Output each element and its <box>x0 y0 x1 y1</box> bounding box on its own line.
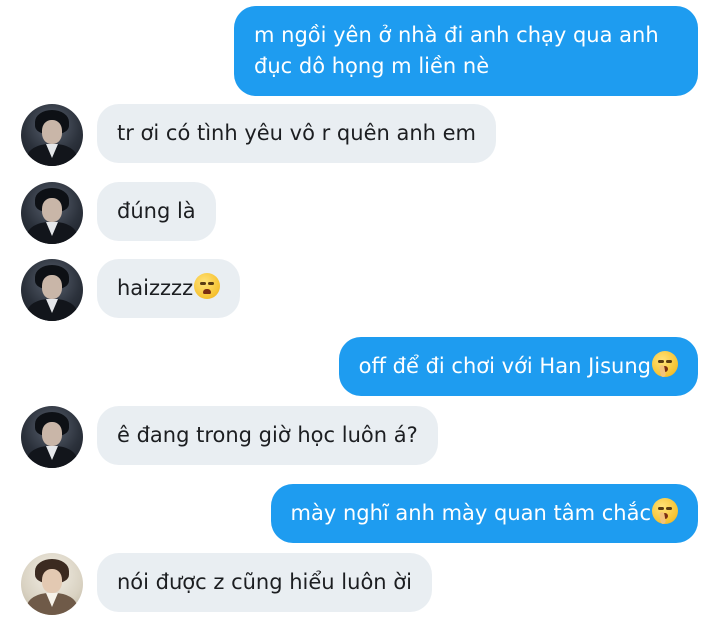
message-bubble-incoming[interactable]: tr ơi có tình yêu vô r quên anh em <box>97 104 497 163</box>
message-text: haizzzz <box>117 276 194 300</box>
message-bubble-incoming[interactable]: haizzzz <box>97 259 241 318</box>
shushing-face-icon <box>652 498 678 525</box>
message-text-line-2: đục dô họng m liền nè <box>254 54 490 78</box>
message-bubble-outgoing[interactable]: off để đi chơi với Han Jisung <box>338 337 698 396</box>
message-bubble-outgoing[interactable]: m ngồi yên ở nhà đi anh chạy qua anh đục… <box>234 6 698 96</box>
message-bubble-incoming[interactable]: ê đang trong giờ học luôn á? <box>97 406 438 465</box>
message-bubble-incoming[interactable]: đúng là <box>97 182 216 241</box>
avatar[interactable] <box>21 406 83 468</box>
message-text: đúng là <box>117 199 196 223</box>
message-text: tr ơi có tình yêu vô r quên anh em <box>117 121 477 145</box>
message-thread: m ngồi yên ở nhà đi anh chạy qua anh đục… <box>0 0 720 619</box>
avatar[interactable] <box>21 182 83 244</box>
message-text: off để đi chơi với Han Jisung <box>358 354 651 378</box>
message-text: ê đang trong giờ học luôn á? <box>117 423 418 447</box>
message-text: nói được z cũng hiểu luôn ời <box>117 570 412 594</box>
message-text: mày nghĩ anh mày quan tâm chắc <box>290 501 651 525</box>
avatar[interactable] <box>21 553 83 615</box>
message-bubble-incoming[interactable]: nói được z cũng hiểu luôn ời <box>97 553 432 612</box>
avatar[interactable] <box>21 104 83 166</box>
avatar[interactable] <box>21 259 83 321</box>
weary-face-icon <box>194 273 221 299</box>
message-text-line-1: m ngồi yên ở nhà đi anh chạy qua anh <box>254 23 659 47</box>
message-bubble-outgoing[interactable]: mày nghĩ anh mày quan tâm chắc <box>270 484 698 543</box>
shushing-face-icon <box>652 351 678 378</box>
